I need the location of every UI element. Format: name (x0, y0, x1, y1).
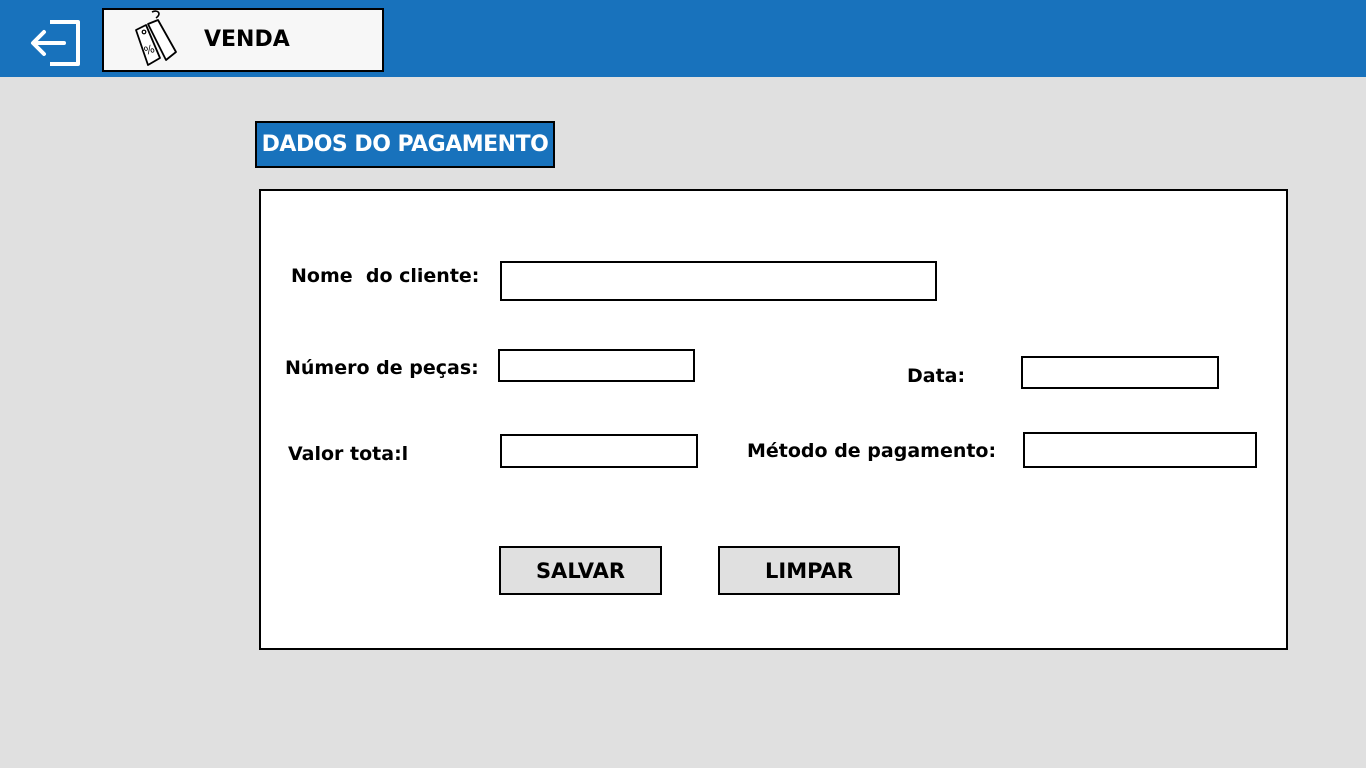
piece-count-label: Número de peças: (285, 357, 479, 379)
payment-form-panel: Nome do cliente: Número de peças: Data: … (259, 189, 1288, 650)
tab-venda-label: VENDA (204, 27, 290, 52)
clear-button[interactable]: LIMPAR (718, 546, 900, 595)
price-tag-icon: % (135, 10, 177, 66)
date-input[interactable] (1021, 356, 1219, 389)
exit-button[interactable] (28, 18, 84, 68)
tab-venda[interactable]: % VENDA (102, 8, 384, 72)
client-name-input[interactable] (500, 261, 937, 301)
piece-count-input[interactable] (498, 349, 695, 382)
save-button[interactable]: SALVAR (499, 546, 662, 595)
payment-method-input[interactable] (1023, 432, 1257, 468)
exit-arrow-icon (31, 20, 80, 66)
payment-method-label: Método de pagamento: (747, 440, 997, 462)
client-name-label: Nome do cliente: (291, 265, 480, 287)
total-value-label: Valor tota:l (288, 443, 409, 465)
top-bar: % VENDA (0, 0, 1366, 77)
date-label: Data: (907, 365, 966, 387)
section-title: DADOS DO PAGAMENTO (255, 121, 555, 168)
total-value-input[interactable] (500, 434, 698, 468)
